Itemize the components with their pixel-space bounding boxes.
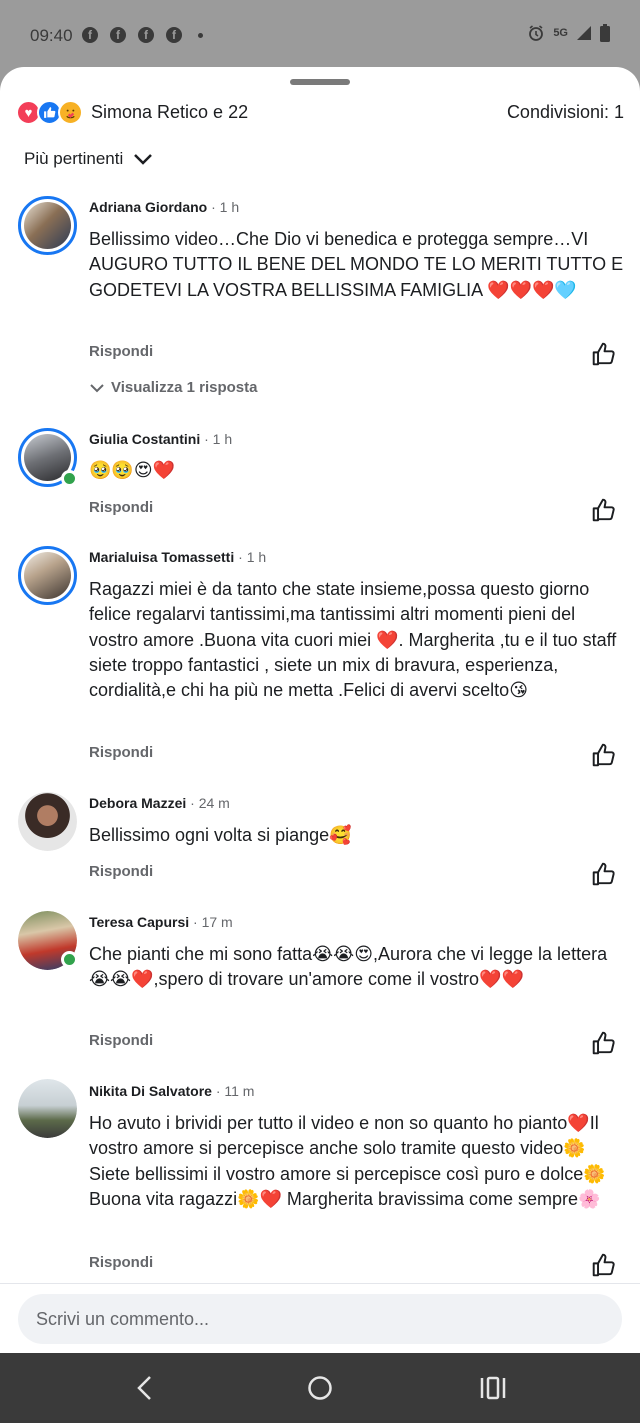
comments-sheet: ♥ Simona Retico e 22 Condivisioni: 1 Più…: [0, 67, 640, 1353]
alarm-icon: [529, 25, 544, 41]
shares-count[interactable]: Condivisioni: 1: [507, 102, 624, 123]
comment-text: Bellissimo video…Che Dio vi benedica e p…: [89, 229, 624, 300]
sort-dropdown[interactable]: Più pertinenti: [24, 149, 153, 169]
reply-button[interactable]: Rispondi: [89, 1254, 153, 1271]
online-indicator: [61, 470, 78, 487]
comment-text: Ho avuto i brividi per tutto il video e …: [89, 1113, 606, 1209]
comment-author[interactable]: Teresa Capursi: [89, 914, 189, 930]
facebook-icon: f: [138, 27, 154, 43]
reactions-label: Simona Retico e 22: [91, 101, 249, 122]
reply-button[interactable]: Rispondi: [89, 1032, 153, 1049]
sort-label: Più pertinenti: [24, 149, 124, 168]
comment-author[interactable]: Nikita Di Salvatore: [89, 1083, 212, 1099]
avatar[interactable]: [18, 792, 77, 851]
facebook-icon: f: [166, 27, 182, 43]
comment-time: · 17 m: [189, 914, 233, 930]
system-nav-bar: [0, 1353, 640, 1423]
comment-author[interactable]: Adriana Giordano: [89, 199, 207, 215]
home-icon: [308, 1376, 332, 1400]
avatar[interactable]: [18, 1079, 77, 1138]
comment-time: · 24 m: [186, 795, 230, 811]
comment-input[interactable]: [18, 1294, 622, 1344]
online-indicator: [61, 951, 78, 968]
comment-time: · 1 h: [234, 549, 267, 565]
like-icon[interactable]: [591, 1030, 617, 1056]
comment-time: · 1 h: [200, 431, 233, 447]
comment-time: · 1 h: [207, 199, 240, 215]
chevron-down-icon: [90, 383, 104, 392]
status-time: 09:40: [30, 26, 73, 45]
reply-button[interactable]: Rispondi: [89, 499, 153, 516]
like-icon[interactable]: [591, 742, 617, 768]
like-icon[interactable]: [591, 861, 617, 887]
recents-icon: [480, 1376, 506, 1400]
signal-icon: [577, 26, 591, 40]
care-reaction-icon: [58, 99, 83, 125]
more-notifications-dot: [198, 33, 203, 38]
facebook-icon: f: [110, 27, 126, 43]
comment-composer[interactable]: [18, 1294, 622, 1344]
comment-text: 🥹🥹😍❤️: [89, 460, 176, 480]
reply-button[interactable]: Rispondi: [89, 744, 153, 761]
status-indicators: 5G: [527, 24, 610, 42]
view-replies-label: Visualizza 1 risposta: [111, 379, 258, 396]
comment-author[interactable]: Marialuisa Tomassetti: [89, 549, 234, 565]
like-icon[interactable]: [591, 1252, 617, 1278]
drag-handle[interactable]: [290, 79, 350, 85]
avatar[interactable]: [18, 196, 77, 255]
comment-text: Bellissimo ogni volta si piange🥰: [89, 825, 352, 845]
view-replies-button[interactable]: Visualizza 1 risposta: [89, 379, 257, 396]
reply-button[interactable]: Rispondi: [89, 343, 153, 360]
recents-button[interactable]: [476, 1371, 510, 1405]
back-button[interactable]: [128, 1371, 162, 1405]
network-type: 5G: [553, 27, 568, 39]
comment-time: · 11 m: [211, 1083, 255, 1099]
facebook-icon: f: [82, 27, 98, 43]
comment-text: Che pianti che mi sono fatta😭😭😍,Aurora c…: [89, 944, 608, 990]
reply-button[interactable]: Rispondi: [89, 863, 153, 880]
home-button[interactable]: [303, 1371, 337, 1405]
comment-author[interactable]: Debora Mazzei: [89, 795, 186, 811]
battery-icon: [600, 24, 610, 42]
comment-text: Ragazzi miei è da tanto che state insiem…: [89, 579, 617, 701]
comment-author[interactable]: Giulia Costantini: [89, 431, 200, 447]
reactions-summary[interactable]: ♥ Simona Retico e 22 Condivisioni: 1: [16, 97, 624, 127]
comment-composer-bar: [0, 1283, 640, 1353]
status-bar: 09:40 f f f f 5G: [0, 0, 640, 70]
back-icon: [137, 1376, 151, 1400]
chevron-down-icon: [134, 154, 153, 165]
like-icon[interactable]: [591, 341, 617, 367]
avatar[interactable]: [18, 546, 77, 605]
like-icon[interactable]: [591, 497, 617, 523]
